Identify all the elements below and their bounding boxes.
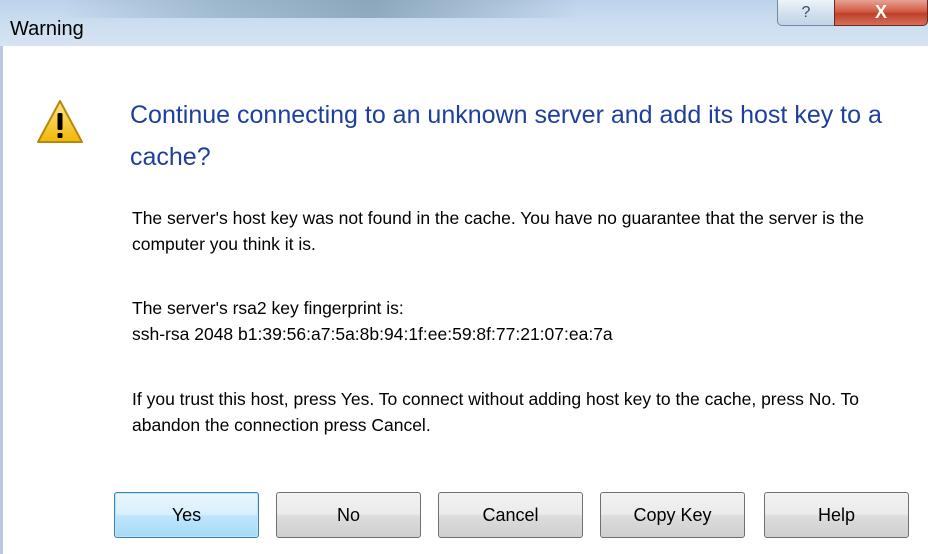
no-button[interactable]: No	[276, 492, 421, 538]
close-icon: X	[874, 2, 887, 22]
fingerprint-block: The server's rsa2 key fingerprint is: ss…	[132, 295, 922, 347]
fingerprint-label: The server's rsa2 key fingerprint is:	[132, 298, 404, 318]
yes-button[interactable]: Yes	[114, 492, 259, 538]
title-bar[interactable]: Warning ? X	[0, 0, 928, 46]
warning-dialog: Warning ? X Continue connecting to an un…	[0, 0, 928, 554]
window-title: Warning	[10, 18, 84, 40]
title-bar-glass	[60, 0, 580, 18]
instructions-text: If you trust this host, press Yes. To co…	[132, 389, 859, 435]
close-button[interactable]: X	[834, 0, 928, 26]
help-button[interactable]: Help	[764, 492, 909, 538]
copy-key-button[interactable]: Copy Key	[600, 492, 745, 538]
main-instruction: Continue connecting to an unknown server…	[130, 101, 882, 171]
window-frame-left	[0, 46, 3, 554]
fingerprint-value: ssh-rsa 2048 b1:39:56:a7:5a:8b:94:1f:ee:…	[132, 324, 613, 344]
title-help-button[interactable]: ?	[777, 0, 835, 26]
cancel-button[interactable]: Cancel	[438, 492, 583, 538]
question-mark-icon: ?	[801, 3, 811, 21]
warning-icon	[37, 100, 83, 143]
host-key-warning-text: The server's host key was not found in t…	[132, 208, 864, 254]
